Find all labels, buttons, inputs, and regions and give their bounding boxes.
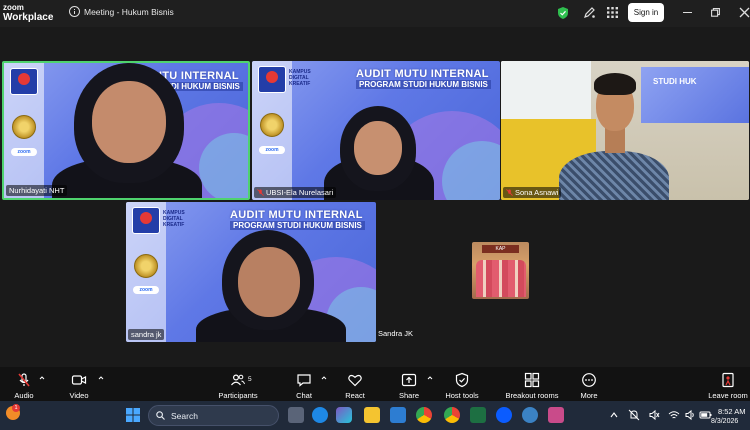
breakout-rooms-icon <box>524 372 540 388</box>
share-screen-icon <box>401 373 417 387</box>
banner-subtitle: PROGRAM STUDI HUKUM BISNIS <box>230 221 365 230</box>
person-face <box>354 121 402 175</box>
react-button[interactable]: React <box>342 367 368 401</box>
banner-title: AUDIT MUTU INTERNAL <box>230 209 363 221</box>
self-view-thumbnail[interactable]: KAP <box>472 242 529 299</box>
apps-grid-icon[interactable] <box>607 7 618 18</box>
zoom-app-icon[interactable] <box>496 407 512 423</box>
minimize-icon[interactable] <box>683 12 692 14</box>
participants-button[interactable]: Participants <box>216 367 260 401</box>
banner-title: AUDIT MUTU INTERNAL <box>356 68 489 80</box>
copilot-icon[interactable] <box>336 407 352 423</box>
shield-icon <box>455 372 469 388</box>
file-explorer-icon[interactable] <box>364 407 380 423</box>
taskbar-clock-time[interactable]: 8:52 AM <box>718 407 746 416</box>
app-icon[interactable] <box>522 407 538 423</box>
zoom-chip: zoom <box>259 146 285 154</box>
chevron-up-icon[interactable] <box>321 375 327 381</box>
video-button[interactable]: Video <box>64 367 94 401</box>
participant-name-tag: UBSI-Ela Nurelasari <box>254 187 337 198</box>
taskbar-search-box[interactable]: Search <box>148 405 279 426</box>
video-tile-ela-nurelasari[interactable]: KAMPUS DIGITAL KREATIF zoom AUDIT MUTU I… <box>252 61 500 200</box>
person-face <box>92 81 166 163</box>
more-button[interactable]: More <box>576 367 602 401</box>
restore-icon[interactable] <box>711 8 720 17</box>
brand-logo-bottom: Workplace <box>3 12 54 23</box>
taskbar-clock-date[interactable]: 8/3/2026 <box>711 418 738 425</box>
host-tools-button[interactable]: Host tools <box>442 367 482 401</box>
breakout-rooms-button[interactable]: Breakout rooms <box>504 367 560 401</box>
accreditation-medal <box>134 254 158 278</box>
mic-muted-icon <box>18 373 30 387</box>
excel-icon[interactable] <box>470 407 486 423</box>
wifi-icon[interactable] <box>668 409 680 421</box>
campus-label: KAMPUS DIGITAL KREATIF <box>289 69 311 87</box>
chevron-up-icon[interactable] <box>98 375 104 381</box>
mic-muted-icon <box>506 189 513 196</box>
campus-label: KAMPUS DIGITAL KREATIF <box>163 210 185 228</box>
info-icon[interactable] <box>69 6 80 17</box>
annotate-icon[interactable] <box>583 6 596 19</box>
group-photo <box>476 260 526 297</box>
meeting-title: Meeting - Hukum Bisnis <box>84 7 174 17</box>
room-window <box>501 61 591 121</box>
chat-button[interactable]: Chat <box>292 367 316 401</box>
shield-icon[interactable] <box>558 7 568 19</box>
search-icon <box>156 411 165 420</box>
wall-banner <box>641 67 749 123</box>
camera-icon <box>71 375 87 385</box>
share-button[interactable]: Share <box>396 367 422 401</box>
person-hair <box>594 73 636 95</box>
participants-icon <box>231 374 245 386</box>
audio-button[interactable]: Audio <box>8 367 40 401</box>
store-icon[interactable] <box>390 407 406 423</box>
meeting-toolbar: Audio Video Participants Chat React Shar… <box>0 367 750 401</box>
university-logo <box>10 68 38 95</box>
more-icon <box>582 373 596 387</box>
person-face <box>238 247 300 317</box>
notification-count-badge: 1 <box>12 404 20 412</box>
wall-banner-text: STUDI HUK <box>653 77 697 86</box>
background-sign: KAP <box>482 245 519 253</box>
sign-in-button[interactable]: Sign in <box>628 3 664 22</box>
accreditation-medal <box>260 113 284 137</box>
leave-room-button[interactable]: Leave room <box>708 367 748 401</box>
university-logo <box>132 207 160 234</box>
chrome-profile-icon[interactable] <box>444 407 460 423</box>
brand-logo-top: zoom <box>3 3 24 12</box>
close-icon[interactable] <box>739 7 750 18</box>
mic-muted-icon <box>257 189 264 196</box>
notifications-off-icon[interactable] <box>628 409 640 421</box>
self-view-name: Sandra JK <box>378 329 414 338</box>
accreditation-medal <box>12 115 36 139</box>
chrome-icon[interactable] <box>416 407 432 423</box>
banner-subtitle: PROGRAM STUDI HUKUM BISNIS <box>356 80 491 89</box>
chevron-up-icon[interactable] <box>427 375 433 381</box>
windows-start-icon[interactable] <box>125 407 141 423</box>
participants-count-badge: 5 <box>248 376 252 383</box>
chevron-up-icon[interactable] <box>610 411 618 419</box>
chevron-up-icon[interactable] <box>39 375 45 381</box>
zoom-chip: zoom <box>133 286 159 294</box>
title-bar: zoom Workplace Meeting - Hukum Bisnis Si… <box>0 0 750 27</box>
sound-muted-icon[interactable] <box>648 409 660 421</box>
edge-browser-icon[interactable] <box>312 407 328 423</box>
video-tile-sandra-jk[interactable]: KAMPUS DIGITAL KREATIF zoom AUDIT MUTU I… <box>126 202 376 342</box>
chat-icon <box>297 374 311 387</box>
person-body <box>559 151 669 200</box>
participant-name-tag: Sona Asnawi <box>503 187 562 198</box>
task-view-icon[interactable] <box>288 407 304 423</box>
heart-icon <box>348 374 362 387</box>
university-logo <box>258 66 286 93</box>
video-tile-nurhidayati[interactable]: zoom UTU INTERNAL STUDI HUKUM BISNIS Nur… <box>2 61 250 200</box>
snipping-tool-icon[interactable] <box>548 407 564 423</box>
participant-name-tag: Nurhidayati NHT <box>6 185 68 196</box>
zoom-chip: zoom <box>11 148 37 156</box>
participant-name-tag: sandra jk <box>128 329 165 340</box>
speaker-icon[interactable] <box>684 409 696 421</box>
video-tile-sona-asnawi[interactable]: STUDI HUK Sona Asnawi <box>501 61 749 200</box>
leave-icon <box>722 372 734 388</box>
